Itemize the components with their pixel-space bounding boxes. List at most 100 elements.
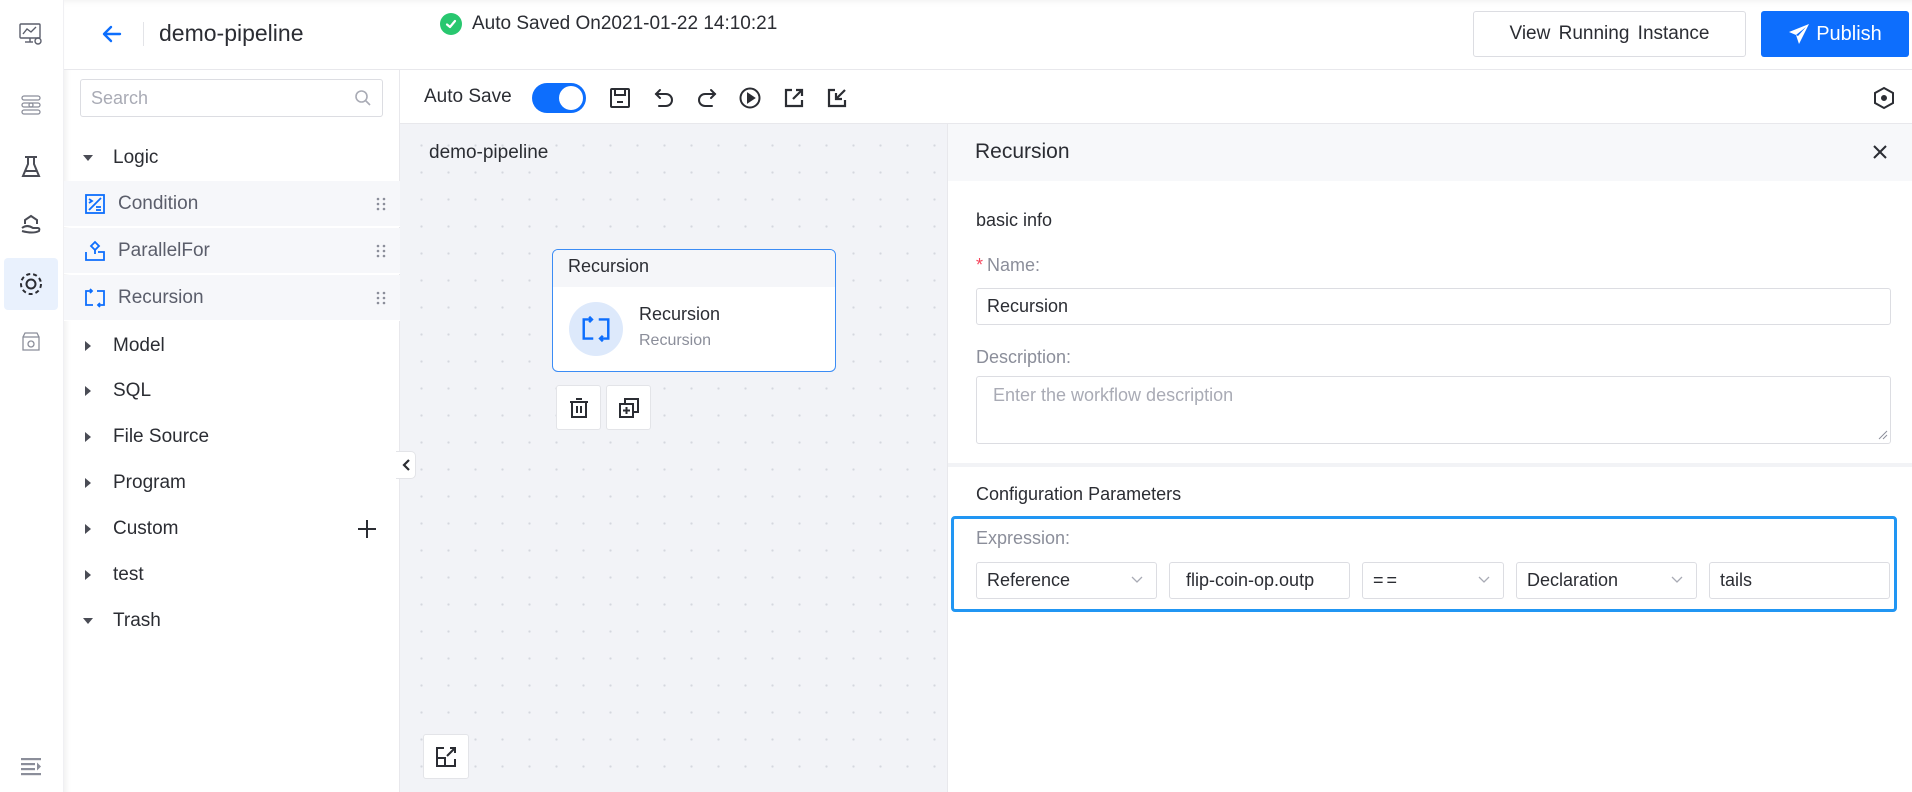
tree-item-parallelfor[interactable]: ParallelFor: [64, 228, 400, 274]
check-circle-icon: [440, 13, 462, 35]
tree-group-sql[interactable]: SQL: [64, 368, 400, 414]
caret-down-icon: [83, 618, 93, 624]
rail-item-pipeline[interactable]: [4, 258, 58, 310]
fit-view-button[interactable]: [423, 734, 469, 779]
tree-group-file-source[interactable]: File Source: [64, 414, 400, 460]
left-type-select[interactable]: Reference: [976, 562, 1157, 599]
page-title: demo-pipeline: [159, 20, 304, 46]
close-icon: [1872, 144, 1888, 160]
right-value-text: tails: [1720, 570, 1753, 590]
tree-group-model[interactable]: Model: [64, 323, 400, 369]
right-type-select[interactable]: Declaration: [1516, 562, 1697, 599]
caret-right-icon: [85, 478, 91, 488]
fit-view-icon: [435, 746, 457, 768]
tree-item-label: Condition: [118, 192, 199, 214]
tree-group-label: Logic: [113, 147, 159, 168]
left-type-value: Reference: [987, 570, 1071, 590]
collapse-sidebar-button[interactable]: [396, 451, 416, 479]
caret-right-icon: [85, 432, 91, 442]
arrow-left-icon: [100, 22, 124, 46]
duplicate-node-button[interactable]: [606, 385, 651, 430]
search-input[interactable]: [91, 87, 354, 109]
name-input[interactable]: [976, 288, 1891, 325]
drag-handle-icon[interactable]: [376, 291, 386, 305]
tree-group-label: Custom: [113, 518, 179, 539]
operator-select[interactable]: ==: [1362, 562, 1504, 599]
tree-item-recursion[interactable]: Recursion: [64, 275, 400, 321]
tree-group-label: Program: [113, 472, 186, 493]
auto-save-label: Auto Save: [424, 86, 512, 107]
caret-right-icon: [85, 386, 91, 396]
search-icon[interactable]: [354, 89, 372, 107]
tree-item-label: ParallelFor: [118, 239, 210, 261]
left-nav-rail: [0, 0, 64, 792]
pipeline-canvas[interactable]: demo-pipeline Recursion Recursion Recurs…: [396, 124, 947, 792]
expression-group: Expression: Reference flip-coin-op.outp …: [951, 516, 1897, 612]
caret-right-icon: [85, 341, 91, 351]
expand-menu-icon: [19, 756, 43, 776]
save-icon[interactable]: [607, 85, 633, 111]
import-icon[interactable]: [824, 85, 850, 111]
rail-item-dataflow[interactable]: [4, 79, 58, 131]
canvas-title: demo-pipeline: [429, 142, 549, 163]
description-textarea[interactable]: [976, 376, 1891, 444]
rail-expand-button[interactable]: [4, 740, 58, 792]
rail-item-monitor[interactable]: [4, 8, 58, 60]
paper-plane-icon: [1788, 23, 1816, 45]
auto-save-toggle[interactable]: [532, 83, 586, 113]
hexagon-settings-icon[interactable]: [1871, 85, 1897, 111]
copy-add-icon: [618, 397, 640, 419]
recursion-icon: [569, 302, 623, 356]
caret-right-icon: [85, 570, 91, 580]
editor-toolbar: Auto Save: [400, 70, 1912, 124]
auto-saved-status: Auto Saved On2021-01-22 14:10:21: [440, 13, 777, 35]
panel-header: Recursion: [948, 124, 1912, 181]
redo-icon[interactable]: [694, 85, 720, 111]
tree-item-label: Recursion: [118, 286, 204, 308]
drag-handle-icon[interactable]: [376, 197, 386, 211]
right-value-input[interactable]: tails: [1709, 562, 1890, 599]
view-running-instance-button[interactable]: View Running Instance: [1473, 11, 1746, 57]
node-header: Recursion: [553, 250, 835, 287]
condition-icon: [84, 193, 106, 215]
tree-item-condition[interactable]: Condition: [64, 181, 400, 227]
left-value-input[interactable]: flip-coin-op.outp: [1169, 562, 1350, 599]
publish-button[interactable]: Publish: [1761, 11, 1909, 57]
tree-group-trash[interactable]: Trash: [64, 598, 400, 644]
close-panel-button[interactable]: [1868, 140, 1892, 164]
drag-handle-icon[interactable]: [376, 244, 386, 258]
delete-node-button[interactable]: [556, 385, 601, 430]
tree-group-program[interactable]: Program: [64, 460, 400, 506]
tree-group-custom[interactable]: Custom: [64, 506, 400, 552]
run-icon[interactable]: [737, 85, 763, 111]
basic-info-title: basic info: [976, 210, 1053, 230]
recursion-icon: [84, 287, 106, 309]
rail-item-model-service[interactable]: [4, 198, 58, 250]
header-divider: [143, 22, 144, 46]
tree-group-label: Model: [113, 335, 165, 356]
caret-right-icon: [85, 524, 91, 534]
name-label: * Name:: [976, 255, 1040, 276]
monitor-chart-gear-icon: [18, 21, 44, 47]
required-asterisk: *: [976, 255, 984, 275]
chevron-down-icon: [1477, 575, 1491, 585]
undo-icon[interactable]: [651, 85, 677, 111]
hand-house-icon: [19, 212, 43, 236]
section-divider: [948, 463, 1912, 467]
add-custom-button[interactable]: [356, 506, 378, 552]
back-button[interactable]: [98, 20, 126, 48]
rail-item-storage[interactable]: [4, 316, 58, 368]
chevron-down-icon: [1670, 575, 1684, 585]
tree-group-logic[interactable]: Logic: [64, 135, 400, 181]
panel-title: Recursion: [975, 140, 1070, 163]
left-value-text: flip-coin-op.outp: [1186, 570, 1315, 590]
tree-group-test[interactable]: test: [64, 552, 400, 598]
pipeline-node-recursion[interactable]: Recursion Recursion Recursion: [552, 249, 836, 372]
node-properties-panel: Recursion basic info *Name: Description:…: [947, 124, 1912, 792]
resize-handle-icon[interactable]: [1878, 430, 1888, 440]
search-box[interactable]: [80, 79, 383, 117]
rail-item-experiment[interactable]: [4, 141, 58, 193]
export-icon[interactable]: [781, 85, 807, 111]
flask-icon: [19, 154, 43, 180]
tree-group-label: SQL: [113, 380, 152, 401]
